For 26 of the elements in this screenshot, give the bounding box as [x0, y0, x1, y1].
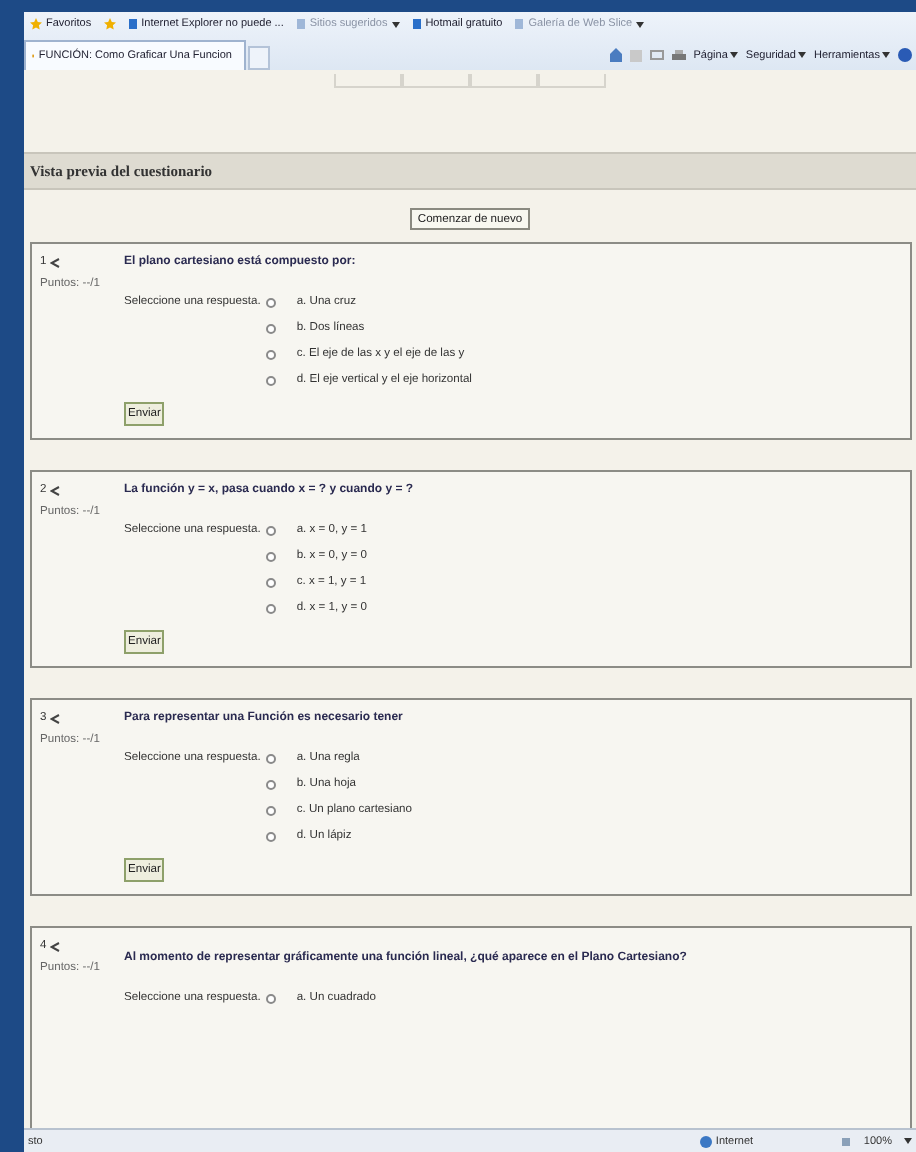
radio-button[interactable]	[266, 993, 277, 1003]
mail-icon[interactable]	[649, 50, 664, 60]
radio-button[interactable]	[266, 753, 277, 763]
star-icon	[103, 18, 116, 30]
caret-icon	[882, 52, 890, 58]
radio-button[interactable]	[266, 525, 277, 535]
caret-icon	[797, 52, 806, 58]
radio-button[interactable]	[266, 323, 277, 333]
caret-icon	[636, 21, 645, 27]
star-icon	[30, 18, 42, 30]
help-icon[interactable]	[898, 48, 912, 62]
printer-icon[interactable]	[671, 49, 686, 61]
caret-icon[interactable]	[904, 1138, 912, 1144]
caret-icon	[729, 52, 738, 58]
radio-button[interactable]	[266, 577, 277, 587]
radio-button[interactable]	[266, 551, 277, 561]
radio-button[interactable]	[266, 297, 277, 307]
caret-icon	[391, 21, 400, 27]
radio-button[interactable]	[266, 805, 277, 815]
radio-button[interactable]	[266, 779, 277, 789]
radio-button[interactable]	[266, 375, 277, 385]
home-icon[interactable]	[609, 48, 622, 62]
radio-button[interactable]	[266, 831, 277, 841]
radio-button[interactable]	[266, 603, 277, 613]
radio-button[interactable]	[266, 349, 277, 359]
globe-icon	[699, 1135, 712, 1147]
